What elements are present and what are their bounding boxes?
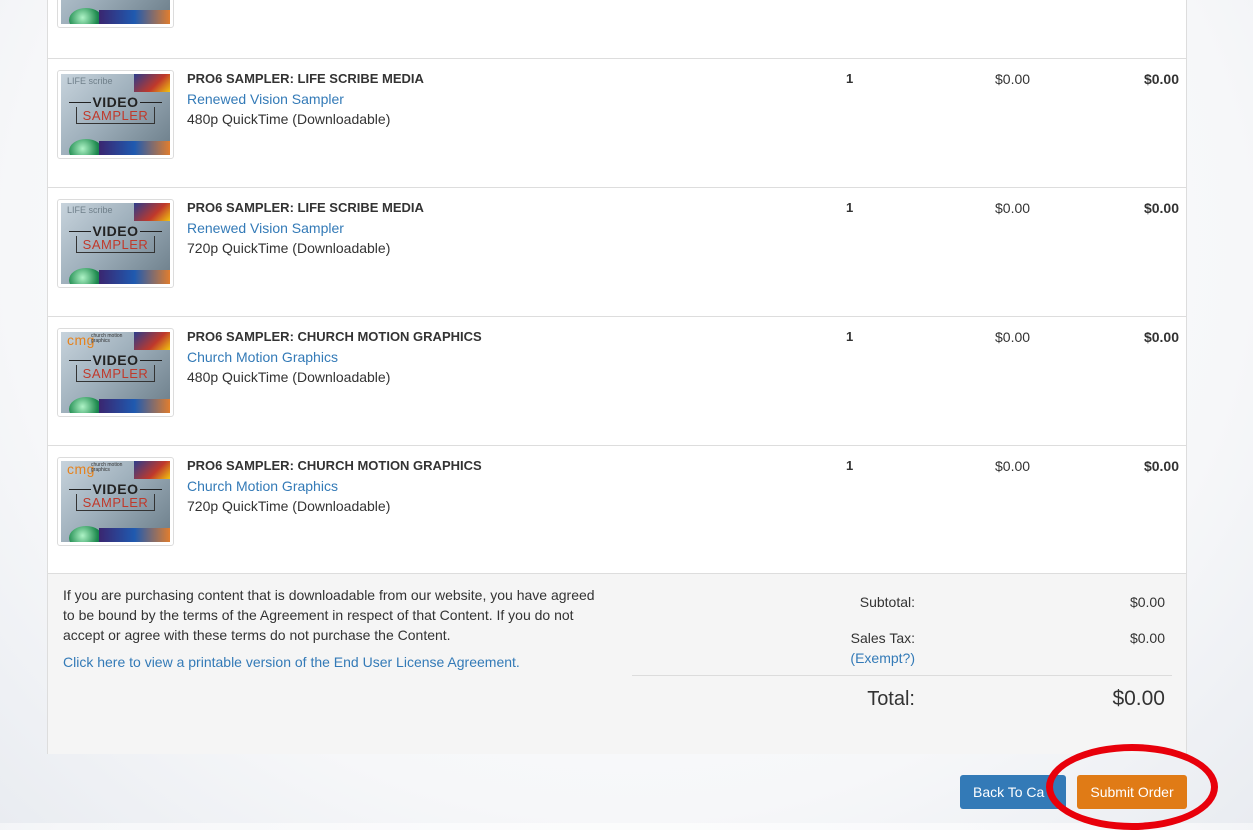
item-price: $0.00 xyxy=(995,329,1031,345)
video-sampler-image xyxy=(61,0,170,24)
vendor-link[interactable]: Renewed Vision Sampler xyxy=(187,220,344,236)
submit-order-button[interactable]: Submit Order xyxy=(1077,775,1187,809)
thumb-sampler-text: SAMPLER xyxy=(82,237,149,252)
product-thumbnail[interactable]: LIFE scribe VIDEO SAMPLER xyxy=(57,70,174,159)
item-quantity: 1 xyxy=(846,329,854,344)
total-label: Total: xyxy=(867,688,915,710)
product-format: 720p QuickTime (Downloadable) xyxy=(187,498,391,514)
item-quantity: 1 xyxy=(846,458,854,473)
item-total: $0.00 xyxy=(1143,200,1179,216)
product-title: PRO6 SAMPLER: CHURCH MOTION GRAPHICS xyxy=(187,329,482,344)
thumb-sampler-text: SAMPLER xyxy=(82,495,149,510)
video-sampler-image: cmg church motion graphics VIDEO SAMPLER xyxy=(61,461,170,542)
item-quantity: 1 xyxy=(846,71,854,86)
vendor-link[interactable]: Renewed Vision Sampler xyxy=(187,91,344,107)
product-thumbnail[interactable] xyxy=(57,0,174,28)
product-format: 720p QuickTime (Downloadable) xyxy=(187,240,391,256)
sales-tax-label: Sales Tax: xyxy=(850,630,915,646)
cart-row: cmg church motion graphics VIDEO SAMPLER… xyxy=(48,316,1186,446)
subtotal-label: Subtotal: xyxy=(859,594,915,610)
cart-row-partial xyxy=(48,0,1186,58)
product-thumbnail[interactable]: cmg church motion graphics VIDEO SAMPLER xyxy=(57,328,174,417)
item-price: $0.00 xyxy=(995,71,1031,87)
cart-panel: LIFE scribe VIDEO SAMPLER PRO6 SAMPLER: … xyxy=(47,0,1187,754)
back-to-cart-button[interactable]: Back To Ca xyxy=(960,775,1066,809)
sales-tax-value: $0.00 xyxy=(1129,630,1165,646)
item-total: $0.00 xyxy=(1143,458,1179,474)
brand-logo: LIFE scribe xyxy=(67,76,113,86)
cart-row: LIFE scribe VIDEO SAMPLER PRO6 SAMPLER: … xyxy=(48,58,1186,188)
item-price: $0.00 xyxy=(995,200,1031,216)
vendor-link[interactable]: Church Motion Graphics xyxy=(187,349,338,365)
eula-link[interactable]: Click here to view a printable version o… xyxy=(63,654,520,670)
product-thumbnail[interactable]: cmg church motion graphics VIDEO SAMPLER xyxy=(57,457,174,546)
item-total: $0.00 xyxy=(1143,71,1179,87)
thumb-sampler-text: SAMPLER xyxy=(82,108,149,123)
exempt-link[interactable]: (Exempt?) xyxy=(850,650,915,666)
item-quantity: 1 xyxy=(846,200,854,215)
item-total: $0.00 xyxy=(1143,329,1179,345)
order-summary: If you are purchasing content that is do… xyxy=(48,573,1186,754)
product-title: PRO6 SAMPLER: CHURCH MOTION GRAPHICS xyxy=(187,458,482,473)
product-format: 480p QuickTime (Downloadable) xyxy=(187,111,391,127)
thumb-sampler-text: SAMPLER xyxy=(82,366,149,381)
product-format: 480p QuickTime (Downloadable) xyxy=(187,369,391,385)
total-value: $0.00 xyxy=(1112,687,1165,710)
cart-row: LIFE scribe VIDEO SAMPLER PRO6 SAMPLER: … xyxy=(48,187,1186,317)
video-sampler-image: cmg church motion graphics VIDEO SAMPLER xyxy=(61,332,170,413)
brand-logo: LIFE scribe xyxy=(67,205,113,215)
product-title: PRO6 SAMPLER: LIFE SCRIBE MEDIA xyxy=(187,71,424,86)
brand-subtitle: church motion graphics xyxy=(91,333,123,344)
summary-divider xyxy=(632,675,1172,676)
video-sampler-image: LIFE scribe VIDEO SAMPLER xyxy=(61,203,170,284)
brand-subtitle: church motion graphics xyxy=(91,462,123,473)
cart-row: cmg church motion graphics VIDEO SAMPLER… xyxy=(48,445,1186,574)
product-title: PRO6 SAMPLER: LIFE SCRIBE MEDIA xyxy=(187,200,424,215)
vendor-link[interactable]: Church Motion Graphics xyxy=(187,478,338,494)
video-sampler-image: LIFE scribe VIDEO SAMPLER xyxy=(61,74,170,155)
subtotal-value: $0.00 xyxy=(1129,594,1165,610)
terms-text: If you are purchasing content that is do… xyxy=(63,587,595,643)
item-price: $0.00 xyxy=(995,458,1031,474)
product-thumbnail[interactable]: LIFE scribe VIDEO SAMPLER xyxy=(57,199,174,288)
